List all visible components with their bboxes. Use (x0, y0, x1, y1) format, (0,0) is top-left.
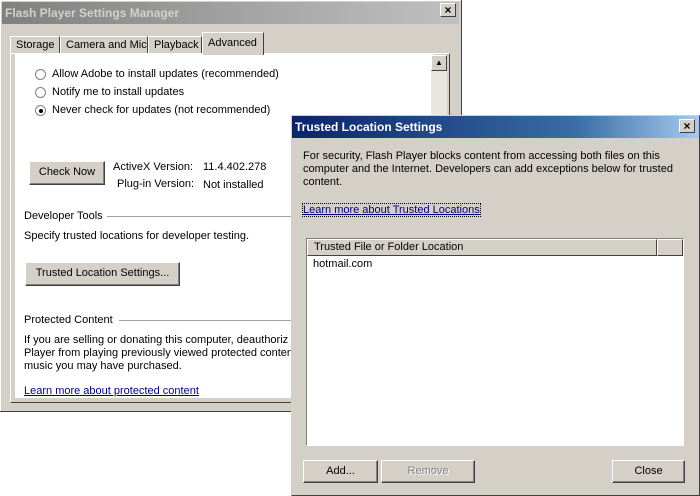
radio-allow-label: Allow Adobe to install updates (recommen… (52, 68, 279, 80)
tab-camera-and-mic[interactable]: Camera and Mic (60, 36, 148, 54)
check-now-button[interactable]: Check Now (29, 161, 105, 185)
radio-button-icon[interactable] (35, 68, 46, 80)
trusted-location-dialog: Trusted Location Settings × For security… (291, 115, 700, 496)
tab-storage-label: Storage (16, 39, 55, 51)
plugin-version-label: Plug-in Version: (117, 178, 195, 190)
radio-notify-updates[interactable]: Notify me to install updates (35, 86, 184, 102)
radio-button-selected-icon[interactable] (35, 104, 46, 116)
trusted-locations-list[interactable]: Trusted File or Folder Location hotmail.… (306, 238, 684, 446)
trusted-location-settings-button[interactable]: Trusted Location Settings... (25, 262, 180, 286)
close-button[interactable]: Close (612, 460, 685, 483)
protected-content-text-3: music you may have purchased. (24, 360, 182, 372)
protected-content-text-2: Player from playing previously viewed pr… (24, 347, 294, 359)
activex-version-label: ActiveX Version: (113, 161, 194, 173)
tab-playback-label: Playback (154, 39, 199, 51)
list-column-header-extra (657, 239, 683, 256)
radio-notify-label: Notify me to install updates (52, 86, 185, 98)
tab-advanced[interactable]: Advanced (202, 32, 264, 55)
window-title: Flash Player Settings Manager (5, 6, 180, 20)
tab-camera-label: Camera and Mic (66, 39, 147, 51)
learn-more-protected-content-link[interactable]: Learn more about protected content (24, 385, 199, 397)
dialog-description-3: content. (303, 176, 343, 188)
settings-manager-title-bar[interactable]: Flash Player Settings Manager (2, 2, 459, 24)
dialog-title-bar[interactable]: Trusted Location Settings (292, 116, 699, 138)
tab-advanced-label: Advanced (208, 37, 257, 49)
learn-more-trusted-locations-link[interactable]: Learn more about Trusted Locations (302, 203, 481, 217)
scroll-up-arrow-icon[interactable]: ▲ (431, 55, 447, 71)
list-item[interactable]: hotmail.com (313, 258, 372, 270)
close-icon[interactable]: × (440, 3, 456, 17)
tab-playback[interactable]: Playback (148, 36, 202, 54)
dialog-title: Trusted Location Settings (295, 120, 443, 134)
radio-allow-updates[interactable]: Allow Adobe to install updates (recommen… (35, 68, 279, 84)
developer-tools-heading: Developer Tools (24, 210, 103, 222)
activex-version-value: 11.4.402.278 (203, 161, 267, 173)
add-button[interactable]: Add... (303, 460, 378, 483)
dialog-description-2: computer and the Internet. Developers ca… (303, 163, 673, 175)
plugin-version-value: Not installed (203, 179, 264, 191)
developer-tools-description: Specify trusted locations for developer … (24, 230, 250, 242)
close-icon[interactable]: × (679, 119, 695, 133)
remove-button[interactable]: Remove (381, 460, 475, 483)
radio-never-label: Never check for updates (not recommended… (52, 104, 271, 116)
protected-content-text-1: If you are selling or donating this comp… (24, 334, 289, 346)
dialog-description-1: For security, Flash Player blocks conten… (303, 150, 660, 162)
radio-never-check[interactable]: Never check for updates (not recommended… (35, 104, 270, 120)
radio-button-icon[interactable] (35, 86, 46, 98)
tab-storage[interactable]: Storage (10, 36, 60, 54)
list-column-header[interactable]: Trusted File or Folder Location (307, 239, 657, 256)
protected-content-heading: Protected Content (24, 314, 113, 326)
